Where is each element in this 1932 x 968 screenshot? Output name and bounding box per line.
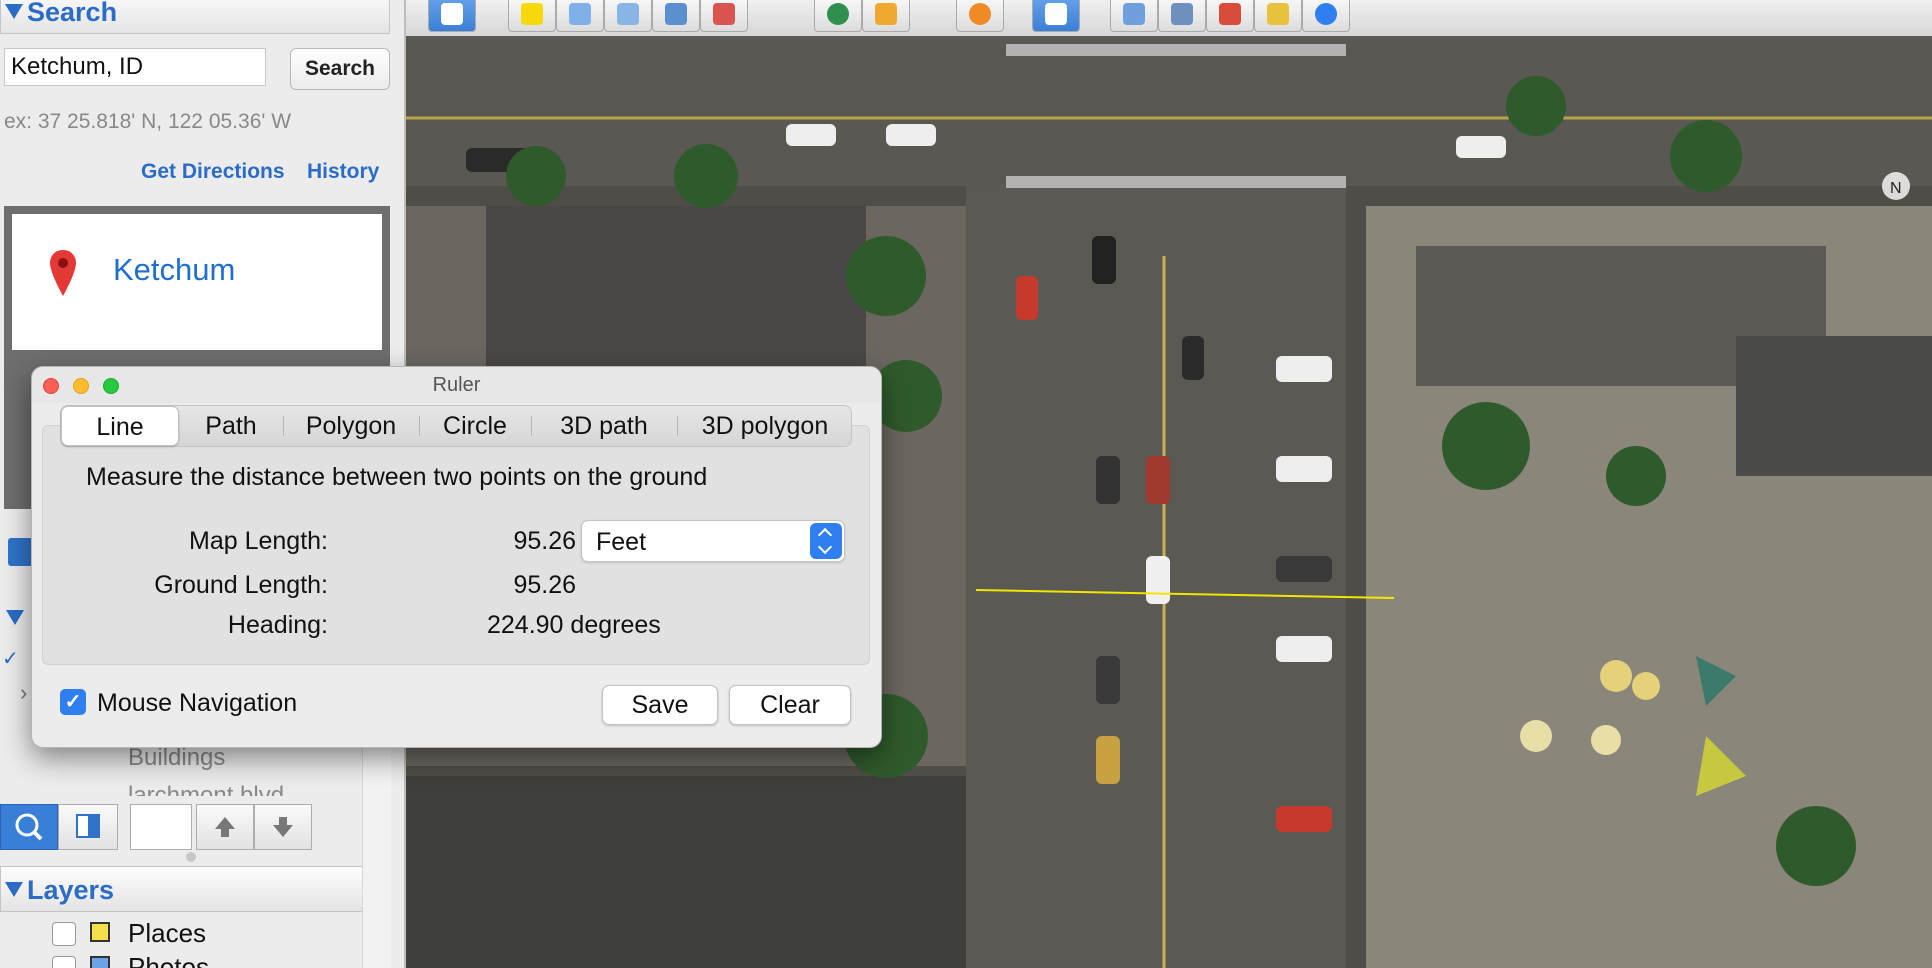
sidebar-icon xyxy=(441,3,463,25)
contrast-button[interactable] xyxy=(58,804,118,850)
layer-row-places[interactable]: Places xyxy=(0,918,390,952)
email-button[interactable] xyxy=(1110,0,1158,32)
search-hint: ex: 37 25.818' N, 122 05.36' W xyxy=(4,110,292,133)
search-results-panel: Ketchum xyxy=(4,206,390,354)
contrast-icon xyxy=(76,814,100,838)
unit-select-value: Feet xyxy=(596,528,647,556)
move-down-button[interactable] xyxy=(254,804,312,850)
tab-circle[interactable]: Circle xyxy=(419,406,531,446)
google-maps-button[interactable] xyxy=(1206,0,1254,32)
opacity-field[interactable] xyxy=(130,804,192,850)
maps-icon xyxy=(1219,3,1241,25)
email-icon xyxy=(1123,3,1145,25)
layer-row-photos[interactable]: Photos xyxy=(0,952,390,968)
overlay-icon xyxy=(665,3,687,25)
search-input[interactable] xyxy=(4,48,266,86)
search-result-title[interactable]: Ketchum xyxy=(113,252,235,288)
ruler-button[interactable] xyxy=(1032,0,1080,32)
ruler-tab-bar: Line Path Polygon Circle 3D path 3D poly… xyxy=(60,405,852,447)
search-header-label: Search xyxy=(27,0,118,27)
tab-3d-polygon[interactable]: 3D polygon xyxy=(677,406,853,446)
map-length-value: 95.26 xyxy=(513,527,576,555)
planet-icon xyxy=(969,3,991,25)
layers-header-label: Layers xyxy=(27,875,115,905)
pushpin-icon xyxy=(521,3,543,25)
path-button[interactable] xyxy=(604,0,652,32)
search-result-item[interactable]: Ketchum xyxy=(12,214,382,350)
main-toolbar xyxy=(406,0,1932,37)
print-button[interactable] xyxy=(1158,0,1206,32)
ruler-dialog: Ruler Line Path Polygon Circle 3D path 3… xyxy=(31,366,882,748)
magnify-icon xyxy=(15,813,43,841)
arrow-up-icon xyxy=(215,817,235,837)
move-up-button[interactable] xyxy=(196,804,254,850)
image-icon xyxy=(1267,3,1289,25)
sunlight-button[interactable] xyxy=(862,0,910,32)
save-button[interactable]: Save xyxy=(602,685,718,725)
tab-line[interactable]: Line xyxy=(61,406,179,446)
dialog-title: Ruler xyxy=(432,374,481,396)
layer-checkbox[interactable] xyxy=(52,956,76,968)
record-tour-button[interactable] xyxy=(700,0,748,32)
save-image-button[interactable] xyxy=(1254,0,1302,32)
mouse-navigation-label[interactable]: Mouse Navigation xyxy=(97,689,297,718)
polygon-icon xyxy=(569,3,591,25)
clock-icon xyxy=(827,3,849,25)
collapse-triangle-icon[interactable] xyxy=(5,4,23,19)
unit-select[interactable]: Feet xyxy=(581,520,845,562)
layers-panel-header[interactable]: Layers xyxy=(0,866,390,912)
record-icon xyxy=(713,3,735,25)
magnify-button[interactable] xyxy=(0,804,58,850)
overlay-button[interactable] xyxy=(652,0,700,32)
layer-label: Places xyxy=(128,918,207,948)
ground-length-value: 95.26 xyxy=(513,571,576,599)
historical-imagery-button[interactable] xyxy=(814,0,862,32)
select-stepper-icon[interactable] xyxy=(810,523,842,559)
checkmark-icon[interactable]: ✓ xyxy=(2,646,19,671)
panel-resize-handle[interactable] xyxy=(186,852,196,862)
ruler-description: Measure the distance between two points … xyxy=(86,463,708,491)
collapse-triangle-icon[interactable] xyxy=(5,882,23,897)
places-collapse-triangle-icon[interactable] xyxy=(6,610,24,625)
history-link[interactable]: History xyxy=(307,160,379,184)
arrow-down-icon xyxy=(273,817,293,837)
get-directions-link[interactable]: Get Directions xyxy=(141,160,285,184)
compass-icon[interactable]: N xyxy=(1882,172,1910,200)
places-toolbar xyxy=(0,804,390,852)
places-item-larchmont[interactable]: larchmont blvd xyxy=(128,782,284,796)
print-icon xyxy=(1171,3,1193,25)
path-icon xyxy=(617,3,639,25)
svg-text:N: N xyxy=(1890,180,1902,197)
places-layer-icon xyxy=(90,922,110,942)
dialog-titlebar[interactable]: Ruler xyxy=(32,367,881,403)
sidebar-toggle-button[interactable] xyxy=(428,0,476,32)
globe-icon xyxy=(1315,3,1337,25)
search-panel-header[interactable]: Search xyxy=(0,0,390,34)
search-button[interactable]: Search xyxy=(290,48,390,90)
placemark-button[interactable] xyxy=(508,0,556,32)
tab-path[interactable]: Path xyxy=(179,406,283,446)
tab-3d-path[interactable]: 3D path xyxy=(531,406,677,446)
heading-label: Heading: xyxy=(227,611,328,639)
ground-length-label: Ground Length: xyxy=(154,571,328,599)
polygon-button[interactable] xyxy=(556,0,604,32)
layer-checkbox[interactable] xyxy=(52,922,76,946)
mouse-navigation-checkbox[interactable]: ✓ xyxy=(60,689,86,715)
sun-icon xyxy=(875,3,897,25)
map-pin-icon xyxy=(50,250,76,296)
photos-layer-icon xyxy=(90,956,110,968)
earth-view-button[interactable] xyxy=(1302,0,1350,32)
ruler-icon xyxy=(1045,3,1067,25)
places-item-buildings[interactable]: Buildings xyxy=(128,744,225,772)
planets-button[interactable] xyxy=(956,0,1004,32)
map-length-label: Map Length: xyxy=(189,527,328,555)
clear-button[interactable]: Clear xyxy=(729,685,851,725)
heading-value: 224.90 degrees xyxy=(487,611,661,639)
tab-polygon[interactable]: Polygon xyxy=(283,406,419,446)
expand-arrow-icon[interactable]: › xyxy=(20,680,27,706)
layer-label: Photos xyxy=(128,952,209,968)
